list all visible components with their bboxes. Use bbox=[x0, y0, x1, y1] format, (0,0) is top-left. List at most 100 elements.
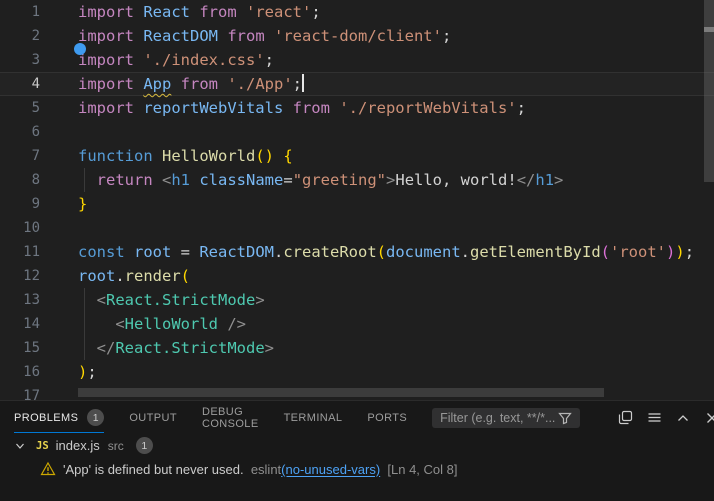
tab-terminal[interactable]: TERMINAL bbox=[284, 401, 343, 434]
code-token: import bbox=[78, 3, 143, 21]
code-lines: 1import React from 'react';2import React… bbox=[0, 0, 714, 400]
warning-triangle-icon bbox=[40, 461, 56, 477]
code-token: App bbox=[143, 75, 171, 93]
code-token: ; bbox=[311, 3, 320, 21]
code-line-2[interactable]: 2import ReactDOM from 'react-dom/client'… bbox=[0, 24, 714, 48]
code-token bbox=[78, 339, 97, 357]
code-token: function bbox=[78, 147, 162, 165]
filter-placeholder: Filter (e.g. text, **/*... bbox=[440, 411, 555, 425]
tab-ports[interactable]: PORTS bbox=[367, 401, 407, 434]
close-panel-icon[interactable] bbox=[702, 408, 714, 428]
text-cursor bbox=[302, 74, 304, 92]
code-token: HelloWorld bbox=[162, 147, 255, 165]
code-line-10[interactable]: 10 bbox=[0, 216, 714, 240]
code-token: render bbox=[125, 267, 181, 285]
code-token: } bbox=[78, 195, 87, 213]
problem-location: [Ln 4, Col 8] bbox=[380, 462, 457, 477]
code-token: ReactDOM bbox=[199, 243, 274, 261]
code-token: return bbox=[97, 171, 162, 189]
line-number: 4 bbox=[0, 72, 40, 96]
code-token: root bbox=[134, 243, 181, 261]
code-token: className bbox=[199, 171, 283, 189]
panel-header-icons bbox=[615, 408, 714, 428]
code-token: ; bbox=[442, 27, 451, 45]
code-token: h1 bbox=[535, 171, 554, 189]
code-text: root.render( bbox=[78, 264, 190, 288]
line-number: 13 bbox=[0, 288, 40, 312]
code-token: root bbox=[78, 267, 115, 285]
code-line-1[interactable]: 1import React from 'react'; bbox=[0, 0, 714, 24]
code-line-15[interactable]: 15 </React.StrictMode> bbox=[0, 336, 714, 360]
code-line-11[interactable]: 11 const root = ReactDOM.createRoot(docum… bbox=[0, 240, 714, 264]
code-token: 'react-dom/client' bbox=[274, 27, 442, 45]
code-line-13[interactable]: 13 <React.StrictMode> bbox=[0, 288, 714, 312]
problem-message: 'App' is defined but never used. bbox=[63, 462, 244, 477]
code-line-6[interactable]: 6 bbox=[0, 120, 714, 144]
code-line-12[interactable]: 12 root.render( bbox=[0, 264, 714, 288]
code-text: import React from 'react'; bbox=[78, 0, 321, 24]
code-line-4[interactable]: 4import App from './App'; bbox=[0, 72, 714, 96]
problems-count-badge: 1 bbox=[87, 409, 104, 426]
indent-guide bbox=[84, 312, 85, 336]
line-number: 3 bbox=[0, 48, 40, 72]
problem-rule-link[interactable]: (no-unused-vars) bbox=[281, 462, 380, 477]
maximize-panel-icon[interactable] bbox=[673, 408, 693, 428]
code-editor[interactable]: 1import React from 'react';2import React… bbox=[0, 0, 714, 400]
code-line-16[interactable]: 16); bbox=[0, 360, 714, 384]
code-text: </React.StrictMode> bbox=[78, 336, 274, 360]
code-token: document bbox=[386, 243, 461, 261]
tab-output[interactable]: OUTPUT bbox=[129, 401, 177, 434]
indent-guide bbox=[84, 168, 85, 192]
problems-file-group-row[interactable]: JS index.js src 1 bbox=[0, 434, 714, 457]
touch-cursor-handle[interactable] bbox=[74, 43, 86, 55]
code-token: Hello, world! bbox=[395, 171, 516, 189]
code-token: ; bbox=[293, 75, 302, 93]
problem-item-row[interactable]: 'App' is defined but never used. eslint … bbox=[0, 457, 714, 481]
stacked-panels-icon[interactable] bbox=[615, 408, 635, 428]
code-line-5[interactable]: 5import reportWebVitals from './reportWe… bbox=[0, 96, 714, 120]
indent-guide bbox=[84, 336, 85, 360]
list-view-icon[interactable] bbox=[644, 408, 664, 428]
panel-tab-bar: PROBLEMS 1 OUTPUT DEBUG CONSOLE TERMINAL… bbox=[0, 401, 714, 434]
code-text: import './index.css'; bbox=[78, 48, 274, 72]
horizontal-scrollbar[interactable] bbox=[78, 388, 604, 397]
code-line-8[interactable]: 8 return <h1 className="greeting">Hello,… bbox=[0, 168, 714, 192]
code-text: const root = ReactDOM.createRoot(documen… bbox=[78, 240, 694, 264]
line-number: 12 bbox=[0, 264, 40, 288]
code-token: const bbox=[78, 243, 134, 261]
code-token: < bbox=[115, 315, 124, 333]
code-text: <React.StrictMode> bbox=[78, 288, 265, 312]
tab-debug-console[interactable]: DEBUG CONSOLE bbox=[202, 401, 259, 434]
code-line-3[interactable]: 3 import './index.css'; bbox=[0, 48, 714, 72]
chevron-down-icon[interactable] bbox=[12, 438, 28, 454]
code-token: 'react' bbox=[246, 3, 311, 21]
problems-filter-input[interactable]: Filter (e.g. text, **/*... bbox=[432, 408, 580, 428]
code-line-7[interactable]: 7function HelloWorld() { bbox=[0, 144, 714, 168]
code-token: 'root' bbox=[610, 243, 666, 261]
code-token bbox=[274, 147, 283, 165]
filter-funnel-icon[interactable] bbox=[555, 408, 575, 428]
tab-problems[interactable]: PROBLEMS 1 bbox=[14, 401, 104, 434]
code-line-9[interactable]: 9} bbox=[0, 192, 714, 216]
code-line-14[interactable]: 14 <HelloWorld /> bbox=[0, 312, 714, 336]
code-token: './App' bbox=[227, 75, 292, 93]
file-problem-count-badge: 1 bbox=[136, 437, 153, 454]
code-token: > bbox=[554, 171, 563, 189]
line-number: 11 bbox=[0, 240, 40, 264]
code-token: . bbox=[115, 267, 124, 285]
code-token: ; bbox=[517, 99, 526, 117]
code-token: import bbox=[78, 51, 143, 69]
line-number: 10 bbox=[0, 216, 40, 240]
code-text: <HelloWorld /> bbox=[78, 312, 246, 336]
code-token: "greeting" bbox=[293, 171, 386, 189]
code-token: = bbox=[181, 243, 200, 261]
code-token: </ bbox=[517, 171, 536, 189]
code-token: ) bbox=[675, 243, 684, 261]
code-token: import bbox=[78, 99, 143, 117]
code-token: import bbox=[78, 75, 143, 93]
code-token: > bbox=[255, 291, 264, 309]
code-text: import ReactDOM from 'react-dom/client'; bbox=[78, 24, 451, 48]
line-number: 9 bbox=[0, 192, 40, 216]
code-token: HelloWorld bbox=[125, 315, 228, 333]
code-token: > bbox=[265, 339, 274, 357]
